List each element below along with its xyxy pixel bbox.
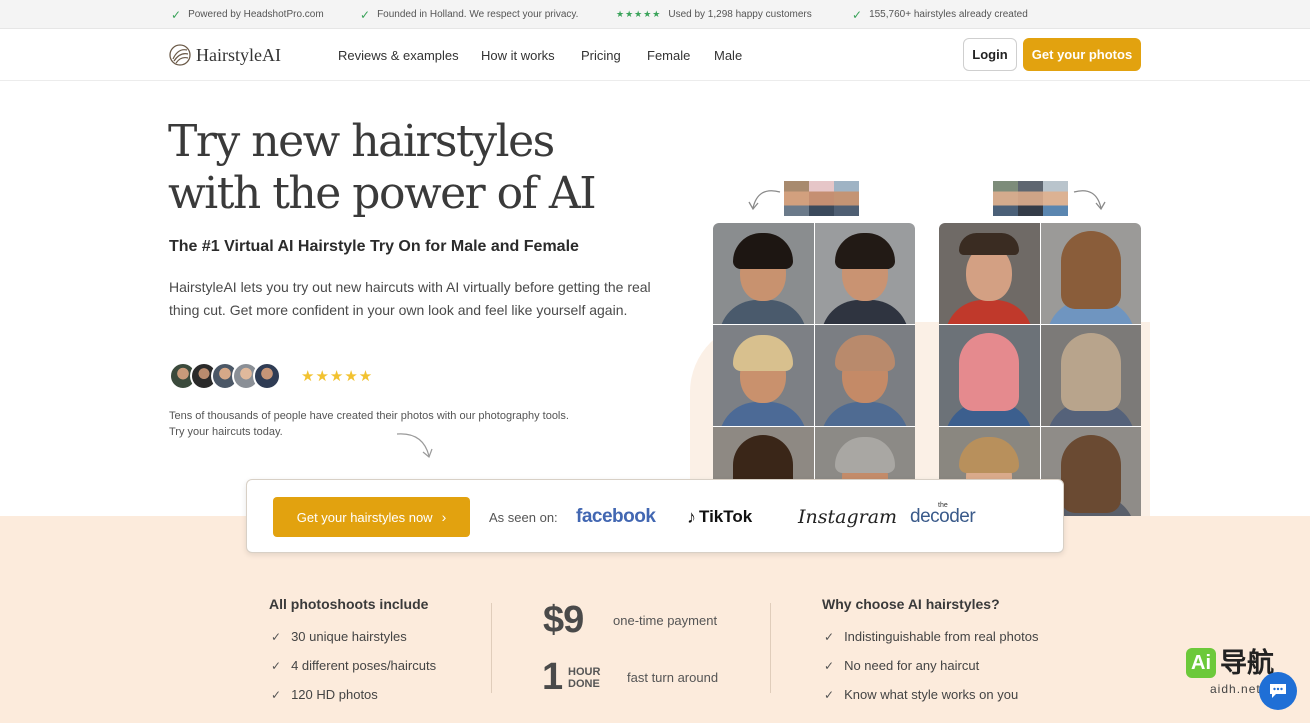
chevron-right-icon: › <box>441 509 447 525</box>
hairstyle-photo <box>713 223 814 324</box>
hairstyle-photo <box>1040 223 1141 324</box>
thumbnail <box>1018 181 1043 216</box>
logo-text: HairstyleAI <box>196 44 281 65</box>
feature-item: ✓ 120 HD photos <box>271 687 378 702</box>
thumbnail <box>784 181 809 216</box>
check-icon: ✓ <box>271 687 282 702</box>
customer-avatars <box>169 362 281 390</box>
thumbnail <box>834 181 859 216</box>
divider <box>491 603 492 693</box>
hero-subtitle: The #1 Virtual AI Hairstyle Try On for M… <box>169 238 579 255</box>
hairstyle-photo <box>1040 325 1141 426</box>
watermark-text: 导航 <box>1220 648 1274 678</box>
topbar-item-customers: ★★★★★ Used by 1,298 happy customers <box>616 0 812 29</box>
announcement-bar: ✓ Powered by HeadshotPro.com ✓ Founded i… <box>0 0 1310 29</box>
check-icon: ✓ <box>824 658 835 673</box>
topbar-text: Founded in Holland. We respect your priv… <box>377 9 579 20</box>
star-rating-icon: ★★★★★ <box>616 9 662 19</box>
male-hairstyle-grid <box>713 223 915 517</box>
feature-item: ✓ Know what style works on you <box>824 687 1019 702</box>
site-header: HairstyleAI Reviews & examples How it wo… <box>0 29 1310 81</box>
topbar-item-created: ✓ 155,760+ hairstyles already created <box>852 0 1028 29</box>
topbar-item-founded: ✓ Founded in Holland. We respect your pr… <box>360 0 578 29</box>
check-icon: ✓ <box>360 7 371 22</box>
hairstyle-photo <box>939 223 1040 324</box>
thumbnail <box>993 181 1018 216</box>
decoder-logo: the decoder <box>910 502 976 527</box>
why-choose-title: Why choose AI hairstyles? <box>822 596 1000 612</box>
nav-pricing[interactable]: Pricing <box>581 29 621 81</box>
feature-item: ✓ Indistinguishable from real photos <box>824 629 1039 644</box>
thumbnail <box>1043 181 1068 216</box>
hero-title-line: Try new hairstyles <box>168 116 555 167</box>
hero-description: HairstyleAI lets you try out new haircut… <box>169 279 651 318</box>
check-icon: ✓ <box>852 7 863 22</box>
feature-item: ✓ 4 different poses/haircuts <box>271 658 437 673</box>
hairstyle-photo <box>939 325 1040 426</box>
feature-item: ✓ No need for any haircut <box>824 658 980 673</box>
avatar <box>253 362 281 390</box>
nav-how-it-works[interactable]: How it works <box>481 29 555 81</box>
female-hairstyle-grid <box>939 223 1141 517</box>
logo-icon <box>169 44 191 66</box>
curved-arrow-icon <box>748 190 781 211</box>
check-icon: ✓ <box>271 658 282 673</box>
get-photos-button[interactable]: Get your photos <box>1023 38 1141 71</box>
check-icon: ✓ <box>271 629 282 644</box>
watermark-url: aidh.net <box>1210 682 1261 696</box>
price-value: $9 <box>543 599 584 641</box>
button-label: Get your hairstyles now <box>296 509 433 525</box>
topbar-text: 155,760+ hairstyles already created <box>869 9 1028 20</box>
facebook-logo: facebook <box>576 506 656 527</box>
female-source-thumbnails <box>993 181 1068 216</box>
login-button[interactable]: Login <box>963 38 1017 71</box>
hero-note: Tens of thousands of people have created… <box>169 410 569 438</box>
check-icon: ✓ <box>824 629 835 644</box>
thumbnail <box>809 181 834 216</box>
instagram-logo: Instagram <box>798 506 898 528</box>
chat-icon <box>1270 684 1286 698</box>
get-hairstyles-button[interactable]: Get your hairstyles now › <box>273 497 470 537</box>
turnaround-note: fast turn around <box>627 670 719 685</box>
hour-number: 1 <box>542 656 564 698</box>
hero-title-line: with the power of AI <box>168 168 597 219</box>
hour-done-label: HOUR DONE <box>568 666 601 690</box>
hairstyle-photo <box>814 223 915 324</box>
hairstyle-photo <box>713 325 814 426</box>
tiktok-icon: ♪ <box>687 506 696 527</box>
watermark-ai: Ai <box>1186 648 1216 678</box>
rating-stars-icon: ★★★★★ <box>301 368 374 385</box>
tiktok-logo: ♪ TikTok <box>687 506 753 527</box>
as-seen-on-label: As seen on: <box>489 510 558 525</box>
nav-male[interactable]: Male <box>714 29 742 81</box>
nav-reviews[interactable]: Reviews & examples <box>338 29 459 81</box>
logo[interactable]: HairstyleAI <box>169 43 281 67</box>
check-icon: ✓ <box>171 7 182 22</box>
cta-card: Get your hairstyles now › As seen on: fa… <box>246 479 1064 553</box>
feature-item: ✓ 30 unique hairstyles <box>271 629 407 644</box>
chat-button[interactable] <box>1259 672 1297 710</box>
curved-arrow-icon <box>396 433 433 459</box>
hero-title: Try new hairstyles with the power of AI <box>168 116 648 220</box>
male-source-thumbnails <box>784 181 859 216</box>
hairstyle-photo <box>814 325 915 426</box>
photoshoots-include-title: All photoshoots include <box>269 596 429 612</box>
topbar-item-powered: ✓ Powered by HeadshotPro.com <box>171 0 324 29</box>
nav-female[interactable]: Female <box>647 29 690 81</box>
divider <box>770 603 771 693</box>
curved-arrow-icon <box>1073 190 1106 211</box>
topbar-text: Used by 1,298 happy customers <box>668 9 812 20</box>
topbar-text: Powered by HeadshotPro.com <box>188 9 324 20</box>
price-note: one-time payment <box>613 613 718 628</box>
check-icon: ✓ <box>824 687 835 702</box>
